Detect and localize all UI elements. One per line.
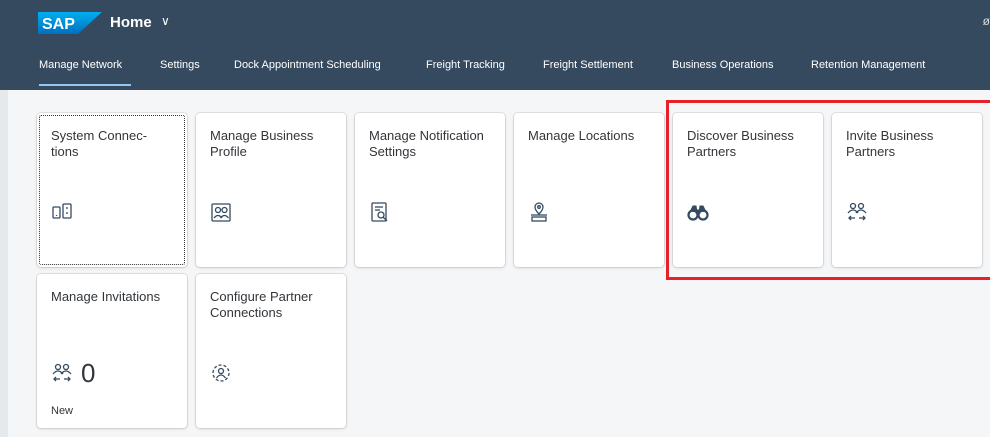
tab-dock-appointment-scheduling[interactable]: Dock Appointment Scheduling — [234, 59, 381, 71]
tile-manage-invitations[interactable]: Manage Invitations 0 New — [37, 274, 187, 428]
tile-manage-locations[interactable]: Manage Locations — [514, 113, 664, 267]
corner-icon[interactable]: ø — [983, 14, 990, 28]
tile-manage-business-profile[interactable]: Manage Business Profile — [196, 113, 346, 267]
tile-title: Manage Business Profile — [210, 128, 314, 159]
tile-footer: New — [51, 405, 74, 417]
tile-title: Manage Invitations — [51, 289, 161, 304]
tab-retention-management[interactable]: Retention Management — [811, 59, 925, 71]
active-tab-indicator — [39, 84, 131, 86]
chevron-down-icon[interactable]: ∨ — [161, 14, 170, 28]
logo-text: SAP — [42, 16, 75, 33]
shell-bar: SAP Home ∨ ø Manage Network Settings Doc… — [0, 0, 990, 90]
tile-title: System Connec- tions — [51, 128, 148, 159]
notification-settings-icon — [371, 202, 388, 222]
business-profile-icon — [211, 203, 231, 222]
highlight-box — [666, 100, 990, 280]
tile-title: Configure Partner Connections — [210, 289, 313, 320]
tile-title: Manage Notification Settings — [369, 128, 484, 159]
page-title[interactable]: Home — [110, 14, 152, 31]
tile-configure-partner-connections[interactable]: Configure Partner Connections — [196, 274, 346, 428]
tab-freight-tracking[interactable]: Freight Tracking — [426, 59, 505, 71]
system-connections-icon — [52, 203, 72, 219]
tile-system-connections[interactable]: System Connec- tions — [37, 113, 187, 267]
configure-connections-icon — [212, 364, 230, 382]
tile-title: Manage Locations — [528, 128, 635, 143]
tab-manage-network[interactable]: Manage Network — [39, 59, 122, 71]
tab-freight-settlement[interactable]: Freight Settlement — [543, 59, 633, 71]
invitation-count: 0 — [81, 358, 96, 388]
top-navigation: Manage Network Settings Dock Appointment… — [0, 52, 990, 90]
tile-manage-notification-settings[interactable]: Manage Notification Settings — [355, 113, 505, 267]
tab-settings[interactable]: Settings — [160, 59, 200, 71]
tab-business-operations[interactable]: Business Operations — [672, 59, 774, 71]
invitations-icon — [52, 363, 72, 382]
locations-icon — [531, 202, 547, 222]
sap-logo[interactable]: SAP — [38, 12, 102, 34]
